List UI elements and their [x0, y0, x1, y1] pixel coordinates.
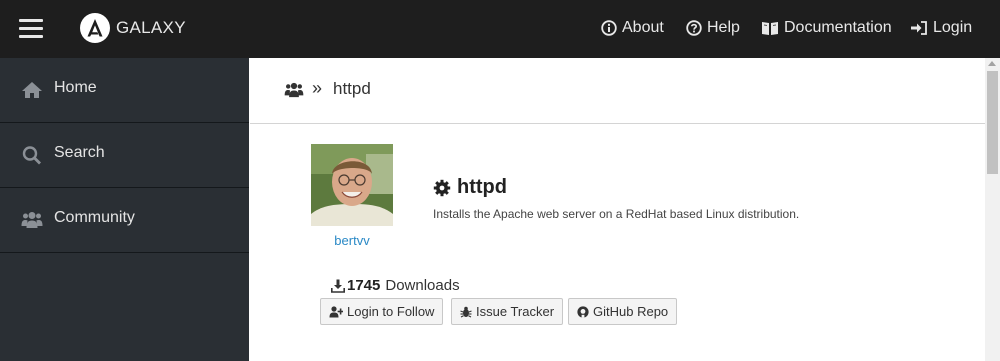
- book-icon: [762, 22, 778, 35]
- nav-login-label: Login: [933, 19, 973, 36]
- role-description: Installs the Apache web server on a RedH…: [433, 207, 800, 221]
- github-repo-button[interactable]: GitHub Repo: [568, 298, 678, 325]
- users-icon: [21, 212, 43, 228]
- sign-in-icon: [911, 21, 927, 35]
- nav-about-label: About: [622, 19, 664, 36]
- issue-tracker-label: Issue Tracker: [476, 304, 555, 319]
- downloads-count: 1745: [347, 277, 381, 294]
- nav-documentation[interactable]: Documentation: [761, 19, 892, 37]
- role-name: httpd: [457, 176, 507, 198]
- scrollbar-thumb[interactable]: [987, 71, 998, 174]
- top-navbar: GALAXY About Help Documentation Login: [0, 0, 1000, 58]
- home-icon: [22, 82, 42, 98]
- search-icon: [22, 146, 41, 165]
- sidebar-item-home[interactable]: Home: [0, 58, 249, 123]
- sidebar-item-label: Home: [54, 79, 97, 96]
- breadcrumb-current: httpd: [333, 79, 371, 98]
- galaxy-logo[interactable]: [80, 13, 110, 43]
- gear-icon: [433, 179, 451, 196]
- page-scrollbar[interactable]: [985, 58, 1000, 361]
- breadcrumb-separator: »: [312, 78, 323, 98]
- bug-icon: [460, 306, 472, 317]
- nav-login[interactable]: Login: [910, 19, 972, 37]
- downloads-label: Downloads: [385, 277, 460, 294]
- nav-help[interactable]: Help: [686, 19, 740, 37]
- scroll-up-arrow-icon[interactable]: [988, 61, 996, 66]
- issue-tracker-button[interactable]: Issue Tracker: [451, 298, 564, 325]
- menu-toggle-icon[interactable]: [19, 19, 43, 39]
- github-icon: [577, 305, 589, 318]
- sidebar-item-label: Community: [54, 209, 135, 226]
- nav-about[interactable]: About: [601, 19, 664, 37]
- download-icon: [331, 279, 345, 293]
- role-title: httpd: [433, 176, 507, 199]
- users-icon[interactable]: [284, 82, 304, 98]
- login-to-follow-label: Login to Follow: [347, 304, 435, 319]
- sidebar-item-community[interactable]: Community: [0, 188, 249, 253]
- nav-documentation-label: Documentation: [784, 19, 892, 36]
- download-stats: 1745 Downloads: [331, 277, 460, 294]
- brand-name[interactable]: GALAXY: [116, 18, 186, 38]
- user-plus-icon: [329, 305, 343, 317]
- question-icon: [686, 20, 702, 36]
- sidebar: Home Search Community: [0, 58, 249, 361]
- breadcrumb: » httpd: [250, 58, 985, 124]
- nav-help-label: Help: [707, 19, 740, 36]
- login-to-follow-button[interactable]: Login to Follow: [320, 298, 444, 325]
- github-repo-label: GitHub Repo: [593, 304, 669, 319]
- author-link[interactable]: bertvv: [311, 233, 393, 248]
- sidebar-item-label: Search: [54, 144, 105, 161]
- sidebar-item-search[interactable]: Search: [0, 123, 249, 188]
- info-icon: [601, 20, 617, 36]
- author-avatar[interactable]: [311, 144, 393, 226]
